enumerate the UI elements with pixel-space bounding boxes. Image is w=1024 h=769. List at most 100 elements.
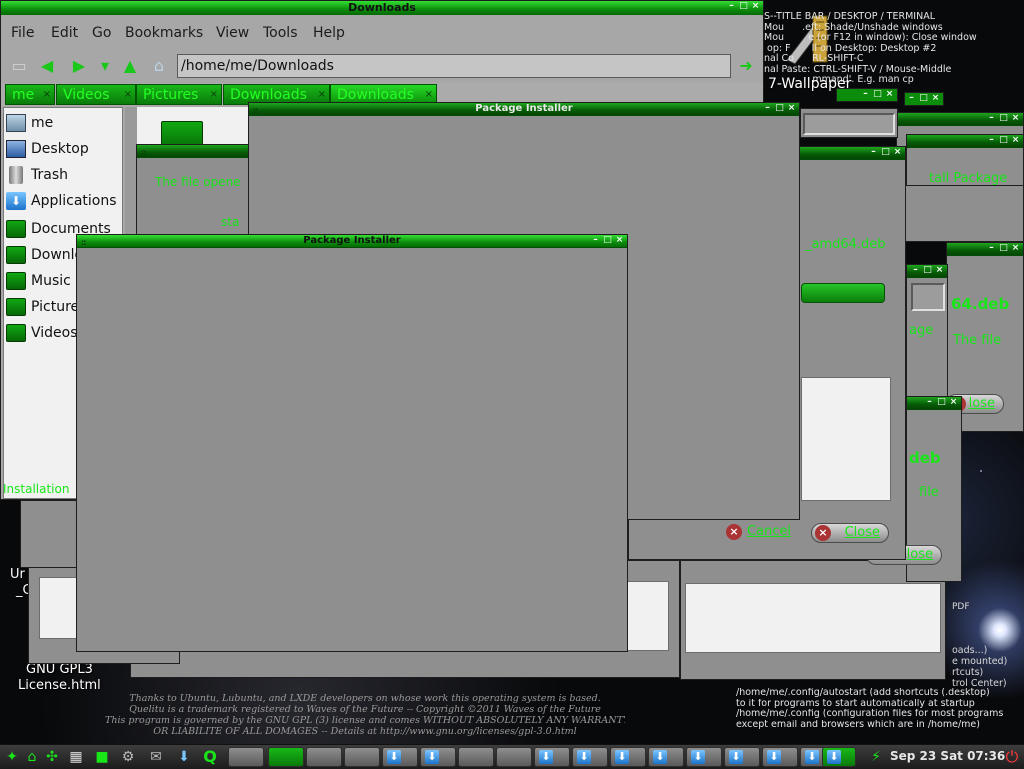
stacked-window-fm-shadow[interactable] [20,500,80,568]
window-titlebar[interactable]: – □ × [947,243,1023,256]
maximize-icon[interactable]: □ [999,243,1008,253]
clock[interactable]: Sep 23 Sat 07:36 [890,749,1005,763]
maximize-icon[interactable]: □ [881,147,890,157]
minimize-icon[interactable]: – [925,397,934,407]
close-tab-icon[interactable]: × [43,85,51,105]
power-icon[interactable]: ⏻ [1002,747,1022,767]
maximize-icon[interactable]: □ [999,135,1008,145]
menu-help[interactable]: Help [313,25,345,41]
dropdown-arrow-icon[interactable]: ▾ [95,57,115,75]
installer-window-top-strip[interactable] [800,108,898,138]
installer-window-front[interactable]: :: Package Installer – □ × [76,234,628,652]
maximize-icon[interactable]: □ [603,235,612,245]
installer-window-stack-3[interactable]: – □ × age [906,264,948,400]
menu-tools[interactable]: Tools [263,25,298,41]
close-icon[interactable]: × [885,89,894,99]
drag-grip-icon[interactable]: :: [81,237,87,247]
close-icon[interactable]: × [935,265,944,275]
taskbar-item-installer[interactable]: ⬇ [724,747,760,767]
window-titlebar[interactable]: Downloads – □ × [1,1,763,16]
close-icon[interactable]: × [1011,113,1020,123]
menu-view[interactable]: View [216,25,249,41]
tab-pictures[interactable]: Pictures × [136,84,222,105]
close-icon[interactable]: × [931,93,940,103]
taskbar-item-installer[interactable]: ⬇ [610,747,646,767]
cancel-button[interactable]: × Cancel [723,523,799,543]
installer-window-small[interactable]: :: The file opene sta [136,144,252,240]
sidebar-item-home[interactable]: me [4,112,122,134]
taskbar-item-installer[interactable]: ⬇ [420,747,456,767]
minimize-icon[interactable]: – [987,243,996,253]
maximize-icon[interactable]: □ [739,1,748,11]
q-app-icon[interactable]: Q [200,747,220,767]
close-icon[interactable]: × [1011,243,1020,253]
window-titlebar[interactable]: – □ × [907,265,947,278]
minimize-icon[interactable]: – [907,93,916,103]
menu-edit[interactable]: Edit [51,25,78,41]
maximize-icon[interactable]: □ [775,103,784,113]
maximize-icon[interactable]: □ [923,265,932,275]
close-icon[interactable]: × [949,397,958,407]
minimize-icon[interactable]: – [763,103,772,113]
minimize-icon[interactable]: – [911,265,920,275]
close-icon[interactable]: × [615,235,624,245]
taskbar-item[interactable] [344,747,380,767]
maximize-icon[interactable]: □ [937,397,946,407]
sidebar-item-desktop[interactable]: Desktop [4,138,122,160]
back-arrow-icon[interactable]: ◀ [37,57,57,75]
maximize-icon[interactable]: □ [873,89,882,99]
sidebar-item-trash[interactable]: Trash [4,164,122,186]
taskbar-item-installer[interactable]: ⬇ [762,747,798,767]
tab-me[interactable]: me × [5,84,55,105]
taskbar-item-installer-active[interactable]: ⬇ [822,747,856,767]
mail-icon[interactable]: ✉ [146,747,166,767]
menu-go[interactable]: Go [92,25,111,41]
window-titlebar[interactable]: :: Package Installer – □ × [249,103,799,116]
network-status-icon[interactable]: ⚡ [866,747,886,767]
drag-grip-icon[interactable]: :: [253,105,259,115]
close-tab-icon[interactable]: × [210,85,218,105]
pdf-icon-label[interactable]: PDF [952,602,970,612]
license-icon-label[interactable]: GNU GPL3 [26,662,93,677]
close-icon[interactable]: × [787,103,796,113]
taskbar-item-installer[interactable]: ⬇ [648,747,684,767]
taskbar-item[interactable] [496,747,532,767]
menu-file[interactable]: File [11,25,34,41]
taskbar-item-installer[interactable]: ⬇ [382,747,418,767]
taskbar-item-installer[interactable]: ⬇ [686,747,722,767]
license-icon-label-2[interactable]: License.html [18,678,101,693]
close-icon[interactable]: × [751,1,760,11]
taskbar-item[interactable] [228,747,264,767]
new-tab-icon[interactable]: ▭ [9,57,29,75]
taskbar-item[interactable] [458,747,494,767]
taskbar-item-installer[interactable]: ⬇ [534,747,570,767]
install-package-label[interactable]: tall Package [929,171,1007,186]
minimize-icon[interactable]: – [869,147,878,157]
forward-arrow-icon[interactable]: ▶ [69,57,89,75]
network-icon[interactable]: ✣ [42,747,62,767]
menu-bookmarks[interactable]: Bookmarks [125,25,203,41]
window-titlebar[interactable]: – □ × [907,135,1023,148]
taskbar-item-installer[interactable]: ⬇ [572,747,608,767]
window-titlebar[interactable]: :: [137,145,251,158]
installer-window-title-strip[interactable]: – □ × [836,88,898,102]
installer-window-stack-top[interactable]: – □ × [904,92,944,106]
start-menu-icon[interactable]: ✦ [2,747,22,767]
settings-icon[interactable]: ⚙ [118,747,138,767]
download-icon[interactable]: ⬇ [174,747,194,767]
window-titlebar[interactable]: – □ × [897,113,1023,126]
sidebar-item-applications[interactable]: ⬇ Applications [4,190,122,212]
folder-launcher-icon[interactable]: ■ [92,747,112,767]
go-arrow-icon[interactable]: ➜ [736,57,756,75]
desktop-icon-label-partial[interactable]: Ur [10,567,25,582]
taskbar-item[interactable] [306,747,342,767]
minimize-icon[interactable]: – [727,1,736,11]
up-arrow-icon[interactable]: ▲ [120,57,140,75]
window-titlebar[interactable]: – □ × [907,397,961,410]
location-path-input[interactable]: /home/me/Downloads [177,54,731,78]
tab-videos[interactable]: Videos × [56,84,136,105]
maximize-icon[interactable]: □ [999,113,1008,123]
close-icon[interactable]: × [893,147,902,157]
home-folder-icon[interactable]: ⌂ [149,57,169,75]
minimize-icon[interactable]: – [591,235,600,245]
